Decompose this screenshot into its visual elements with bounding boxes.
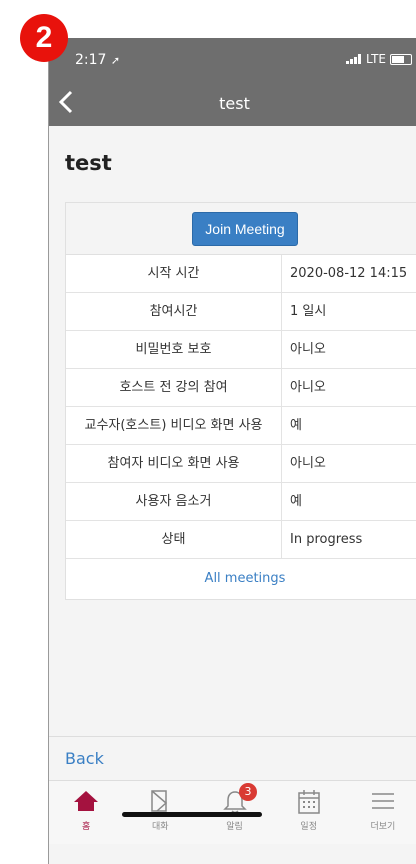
status-indicators: LTE (346, 52, 412, 66)
row-value: 1 일시 (290, 304, 327, 319)
back-link[interactable]: Back (65, 749, 104, 768)
home-indicator[interactable] (122, 812, 262, 817)
row-label: 교수자(호스트) 비디오 화면 사용 (66, 407, 282, 444)
row-value: 아니오 (290, 380, 326, 395)
network-type: LTE (366, 52, 386, 66)
nav-title: test (219, 94, 250, 113)
calendar-icon (297, 790, 320, 814)
menu-icon (371, 793, 394, 809)
join-row: Join Meeting (66, 203, 416, 255)
status-time: 2:17 ➚ (75, 52, 121, 68)
row-value: 예 (290, 418, 302, 433)
tab-label: 더보기 (370, 822, 396, 832)
table-row: 상태 In progress (66, 521, 416, 559)
tab-label: 홈 (81, 822, 91, 832)
navigation-bar: test (49, 80, 416, 126)
step-number-badge: 2 (20, 14, 68, 62)
tab-more[interactable]: 더보기 (346, 781, 416, 844)
tab-label: 대화 (152, 822, 169, 832)
row-value: In progress (290, 532, 363, 547)
signal-icon (346, 54, 362, 64)
row-label: 사용자 음소거 (66, 483, 282, 520)
table-row: 참여자 비디오 화면 사용 아니오 (66, 445, 416, 483)
home-icon (74, 791, 99, 811)
row-label: 비밀번호 보호 (66, 331, 282, 368)
all-meetings-link[interactable]: All meetings (66, 559, 416, 599)
location-arrow-icon: ➚ (110, 54, 121, 67)
footer-back-bar: Back (49, 736, 416, 780)
table-row: 참여시간 1 일시 (66, 293, 416, 331)
row-value: 아니오 (290, 342, 326, 357)
battery-icon (390, 53, 412, 65)
tab-home[interactable]: 홈 (49, 781, 123, 844)
table-row: 사용자 음소거 예 (66, 483, 416, 521)
table-row: 호스트 전 강의 참여 아니오 (66, 369, 416, 407)
row-value: 예 (290, 494, 302, 509)
row-label: 시작 시간 (66, 255, 282, 292)
table-row: 시작 시간 2020-08-12 14:15 (66, 255, 416, 293)
phone-screen: 2:17 ➚ LTE test test Join Meeting 시작 시간 … (48, 38, 416, 864)
row-label: 호스트 전 강의 참여 (66, 369, 282, 406)
row-label: 상태 (66, 521, 282, 558)
page-title: test (65, 151, 112, 175)
status-bar: 2:17 ➚ LTE (49, 38, 416, 80)
tab-label: 알림 (226, 822, 243, 832)
row-label: 참여시간 (66, 293, 282, 330)
notification-count-badge: 3 (238, 783, 257, 801)
tab-label: 일정 (300, 822, 317, 832)
meeting-details-card: Join Meeting 시작 시간 2020-08-12 14:15 참여시간… (65, 202, 416, 600)
join-meeting-button[interactable]: Join Meeting (192, 211, 298, 246)
row-value: 2020-08-12 14:15 (290, 266, 408, 281)
tab-calendar[interactable]: 일정 (272, 781, 346, 844)
table-row: 교수자(호스트) 비디오 화면 사용 예 (66, 407, 416, 445)
table-row: 비밀번호 보호 아니오 (66, 331, 416, 369)
row-value: 아니오 (290, 456, 326, 471)
row-label: 참여자 비디오 화면 사용 (66, 445, 282, 482)
